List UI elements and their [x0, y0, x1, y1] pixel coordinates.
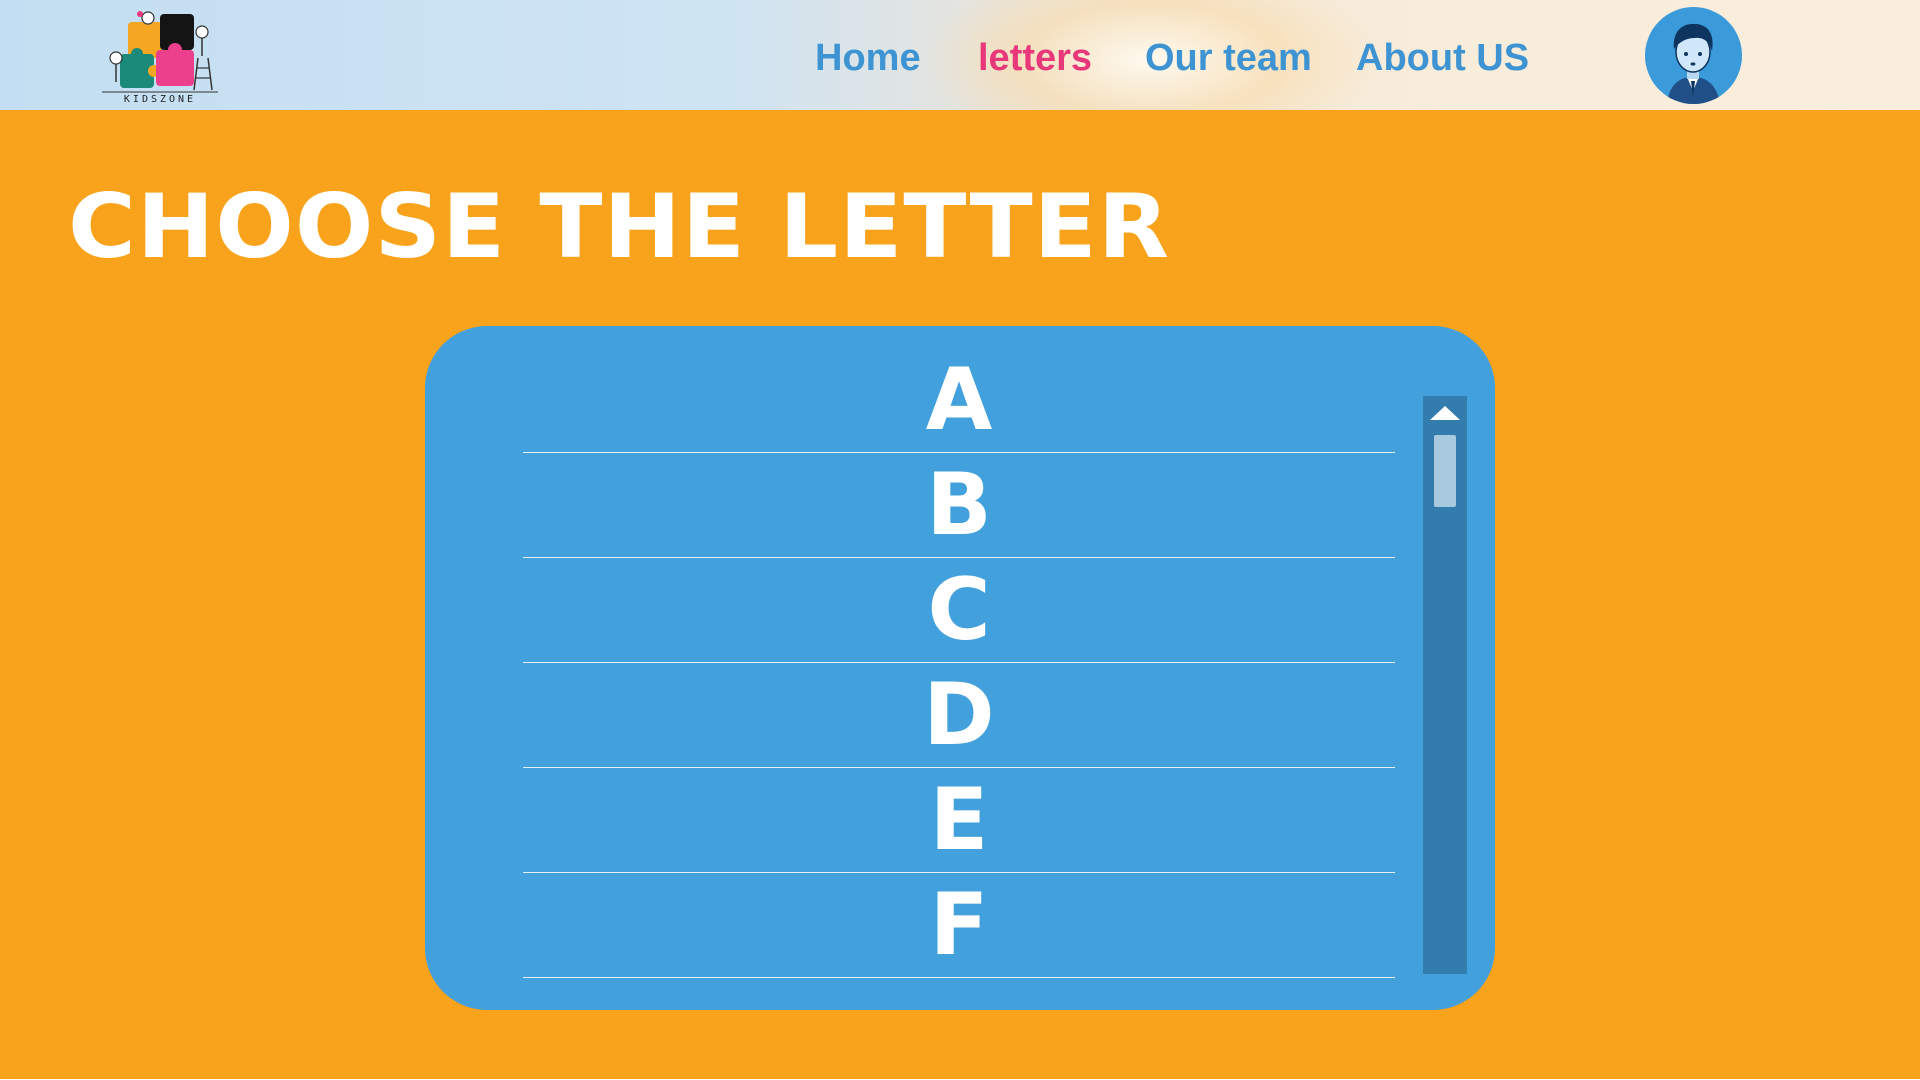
scroll-up-arrow-icon[interactable] — [1430, 406, 1460, 420]
letter-item-d[interactable]: D — [523, 663, 1395, 768]
page-title: CHOOSE THE LETTER — [68, 175, 1171, 278]
letter-list-scrollbar[interactable] — [1423, 396, 1467, 974]
letter-item-a[interactable]: A — [523, 348, 1395, 453]
letter-item-b[interactable]: B — [523, 453, 1395, 558]
letter-label: D — [923, 665, 995, 765]
nav-home[interactable]: Home — [815, 36, 921, 80]
letter-list[interactable]: A B C D E F — [523, 348, 1395, 978]
boy-avatar-icon — [1667, 23, 1720, 104]
site-header: KIDSZONE Home letters Our team About US — [0, 0, 1920, 110]
letter-item-c[interactable]: C — [523, 558, 1395, 663]
letter-label: B — [926, 455, 992, 555]
letter-label: A — [925, 350, 993, 450]
site-logo[interactable]: KIDSZONE — [98, 6, 222, 106]
logo-text: KIDSZONE — [123, 94, 197, 105]
nav-about-us[interactable]: About US — [1356, 36, 1529, 80]
letter-label: F — [929, 875, 989, 975]
letter-panel: A B C D E F — [425, 326, 1495, 1010]
user-avatar[interactable] — [1645, 7, 1742, 104]
main-content: CHOOSE THE LETTER A B C D E F — [0, 110, 1920, 1080]
puzzle-logo-icon — [102, 11, 218, 93]
letter-label: C — [927, 560, 991, 660]
nav-letters[interactable]: letters — [978, 36, 1092, 80]
letter-label: E — [929, 770, 989, 870]
letter-item-e[interactable]: E — [523, 768, 1395, 873]
letter-item-f[interactable]: F — [523, 873, 1395, 978]
scrollbar-thumb[interactable] — [1434, 435, 1456, 507]
nav-our-team[interactable]: Our team — [1145, 36, 1312, 80]
